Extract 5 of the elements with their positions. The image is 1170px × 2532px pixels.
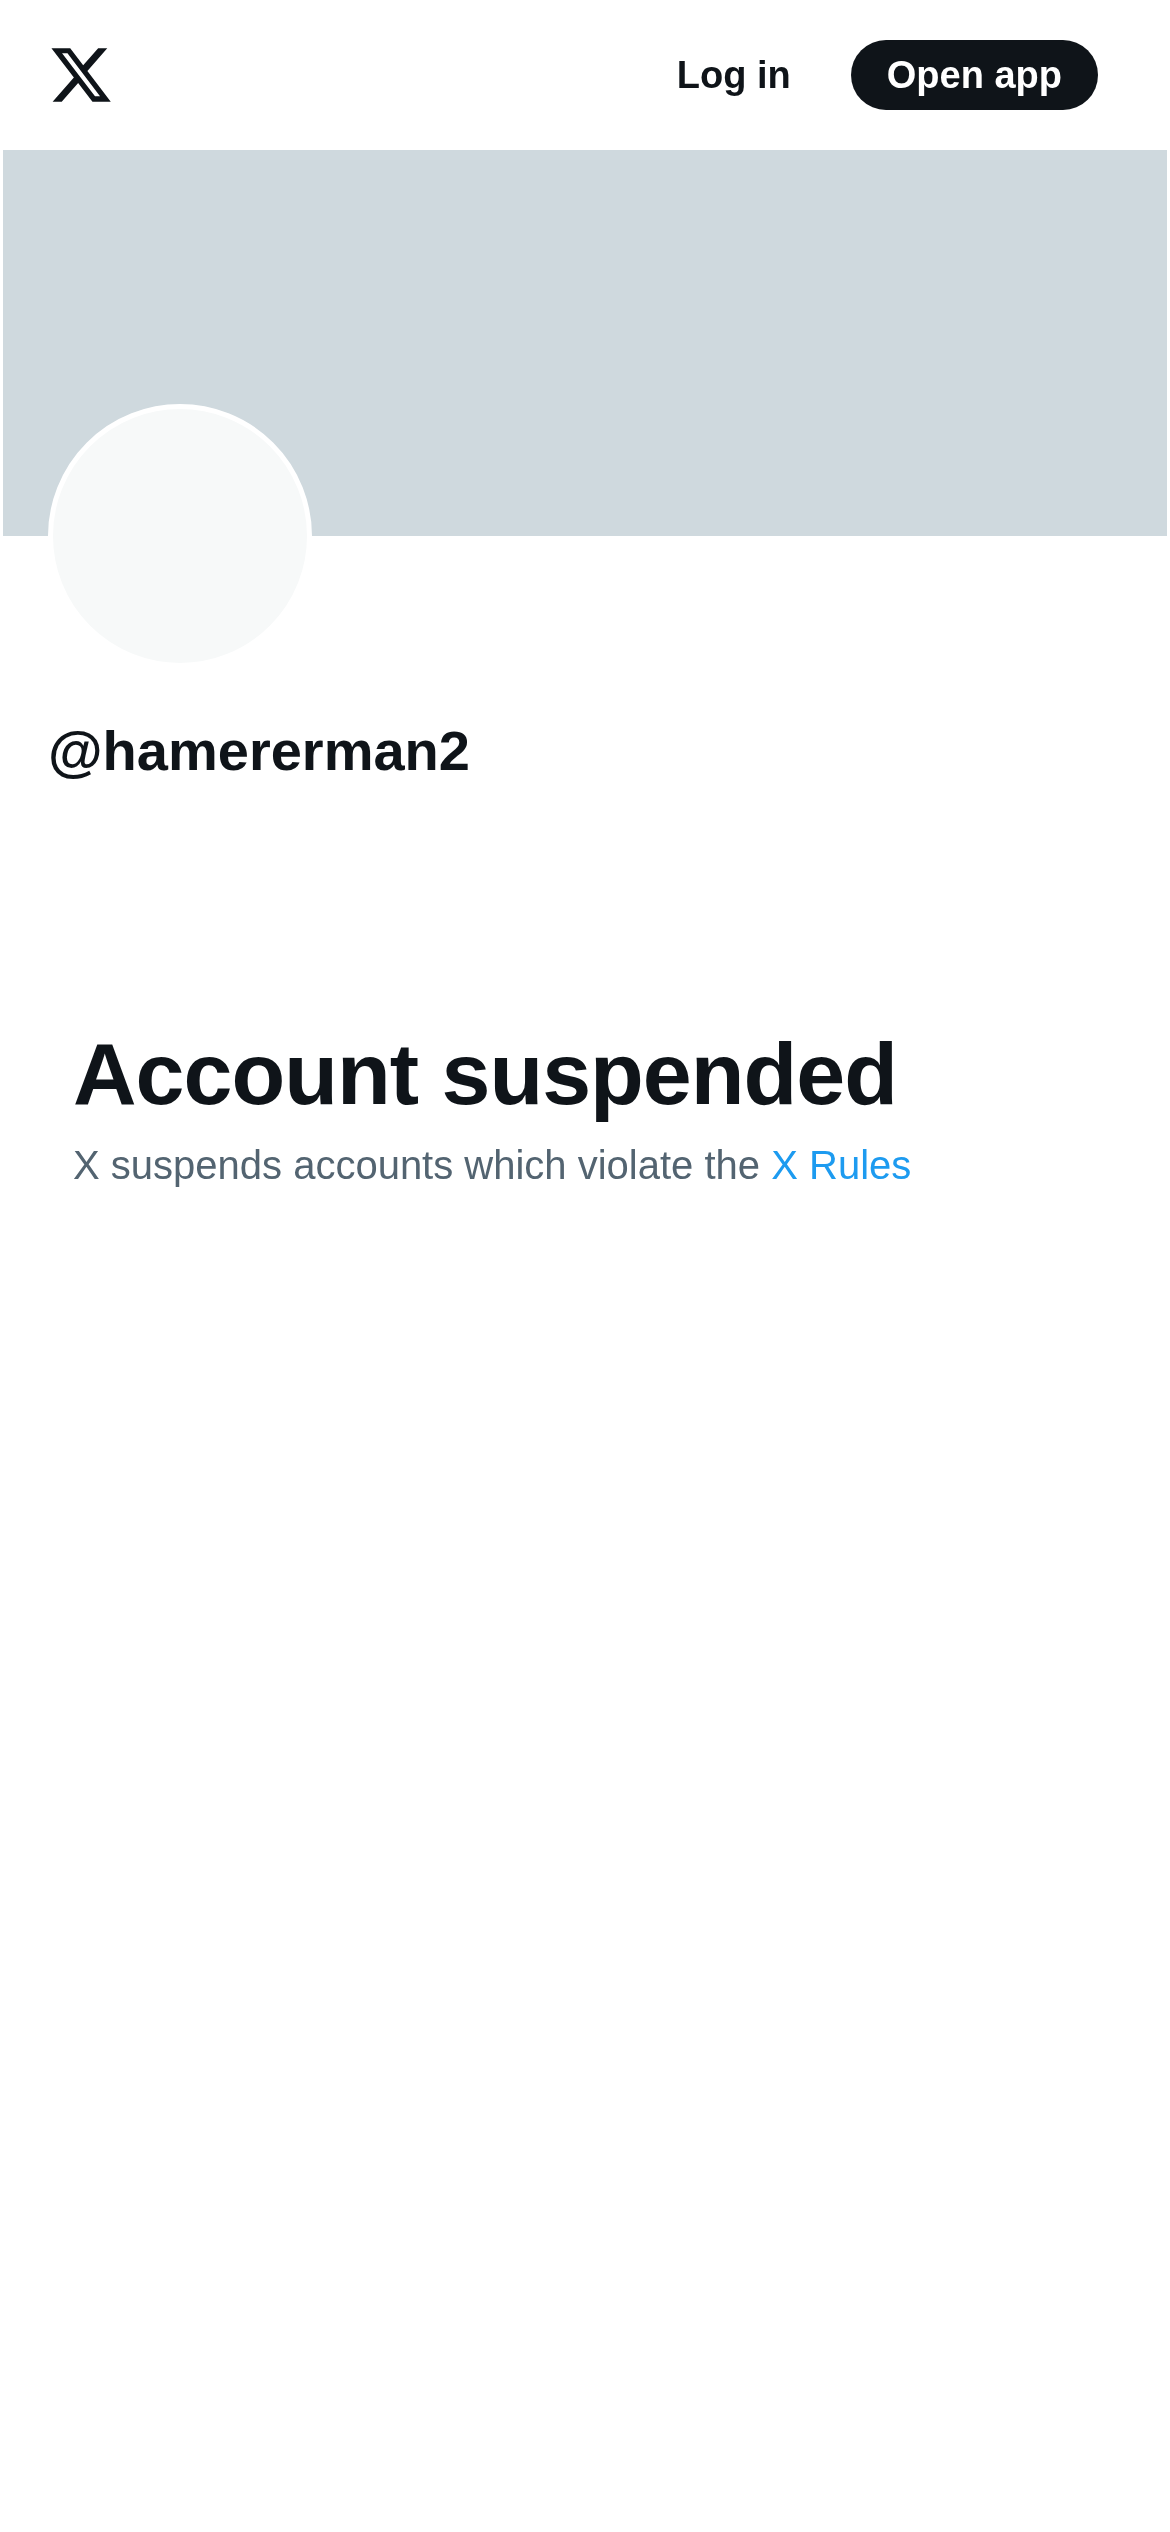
suspension-title: Account suspended	[73, 1023, 898, 1125]
profile-handle: @hamererman2	[47, 718, 471, 783]
open-app-button[interactable]: Open app	[850, 40, 1098, 110]
suspension-message: X suspends accounts which violate the X Rules	[73, 1143, 913, 1188]
log-in-link[interactable]: Log in	[676, 53, 791, 97]
